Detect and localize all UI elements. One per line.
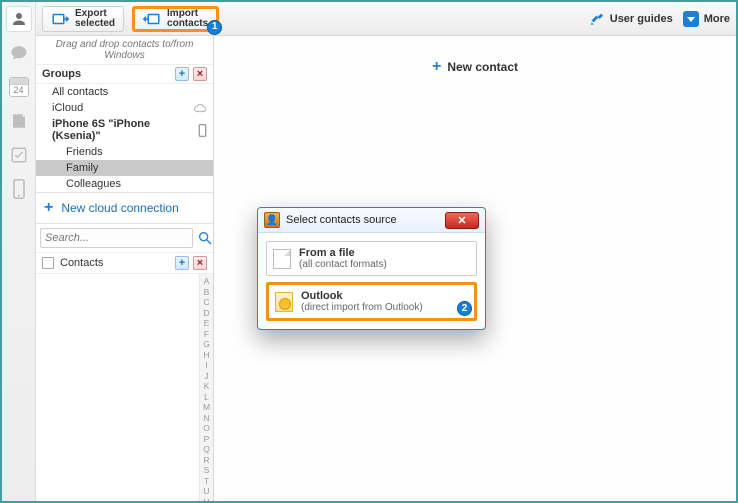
group-icloud[interactable]: iCloud — [36, 100, 213, 116]
az-letter[interactable]: L — [204, 392, 209, 403]
option-outlook[interactable]: Outlook (direct import from Outlook) 2 — [266, 282, 477, 321]
select-source-dialog: 👤 Select contacts source ✕ From a file (… — [257, 207, 486, 330]
new-cloud-connection-button[interactable]: + New cloud connection — [36, 192, 213, 224]
contacts-app-icon: 👤 — [264, 212, 280, 228]
select-all-checkbox[interactable] — [42, 257, 54, 269]
rail-messages-icon[interactable] — [6, 40, 32, 66]
rail-device-icon[interactable] — [6, 176, 32, 202]
app-window: 24 Export selected Import contacts 1 — [0, 0, 738, 503]
add-group-button[interactable]: + — [175, 67, 189, 81]
left-rail: 24 — [2, 2, 36, 501]
export-label: Export selected — [75, 9, 115, 29]
import-label: Import contacts — [167, 9, 208, 29]
dialog-title: Select contacts source — [286, 214, 397, 226]
rail-todo-icon[interactable] — [6, 142, 32, 168]
new-contact-button[interactable]: + New contact — [432, 58, 518, 76]
group-family[interactable]: Family — [36, 160, 213, 176]
search-icon[interactable] — [197, 230, 213, 246]
az-letter[interactable]: J — [204, 371, 208, 382]
search-row — [36, 224, 213, 252]
export-selected-button[interactable]: Export selected — [42, 6, 124, 32]
groups-title: Groups — [42, 68, 81, 80]
drag-hint: Drag and drop contacts to/from Windows — [36, 36, 213, 65]
az-letter[interactable]: V — [204, 497, 210, 503]
export-icon — [51, 10, 69, 28]
az-letter[interactable]: P — [204, 434, 210, 445]
az-letter[interactable]: M — [203, 402, 210, 413]
groups-header: Groups + × — [36, 65, 213, 84]
remove-group-button[interactable]: × — [193, 67, 207, 81]
az-letter[interactable]: K — [204, 381, 210, 392]
step-badge-1: 1 — [207, 20, 222, 35]
az-letter[interactable]: F — [204, 329, 209, 340]
az-letter[interactable]: T — [204, 476, 209, 487]
contacts-header: Contacts + × — [36, 252, 213, 274]
group-device[interactable]: iPhone 6S "iPhone (Ksenia)" — [36, 116, 213, 144]
calendar-badge-icon: 24 — [9, 77, 29, 97]
option-file-subtitle: (all contact formats) — [299, 259, 387, 270]
contacts-title: Contacts — [60, 257, 103, 269]
user-guides-label: User guides — [610, 13, 673, 25]
rail-calendar-icon[interactable]: 24 — [6, 74, 32, 100]
option-outlook-subtitle: (direct import from Outlook) — [301, 302, 423, 313]
import-contacts-button[interactable]: Import contacts 1 — [132, 6, 219, 32]
az-letter[interactable]: C — [203, 297, 209, 308]
new-contact-label: New contact — [447, 60, 518, 74]
az-letter[interactable]: D — [203, 308, 209, 319]
contacts-list: ABCDEFGHIJKLMNOPQRSTUVWXYZ# — [36, 274, 213, 501]
group-colleagues[interactable]: Colleagues — [36, 176, 213, 192]
step-badge-2: 2 — [457, 301, 472, 316]
option-outlook-title: Outlook — [301, 290, 423, 302]
toolbar-right: User guides More — [589, 11, 730, 27]
sidebar: Drag and drop contacts to/from Windows G… — [36, 36, 214, 501]
az-letter[interactable]: I — [205, 360, 207, 371]
az-letter[interactable]: O — [203, 423, 210, 434]
group-friends[interactable]: Friends — [36, 144, 213, 160]
plus-icon: + — [432, 58, 441, 76]
import-icon — [143, 10, 161, 28]
toolbar: Export selected Import contacts 1 User g… — [36, 2, 736, 36]
file-icon — [273, 249, 291, 269]
user-guides-button[interactable]: User guides — [589, 11, 673, 27]
calendar-day: 24 — [13, 85, 23, 95]
new-cloud-label: New cloud connection — [61, 201, 178, 215]
rail-contacts-icon[interactable] — [6, 6, 32, 32]
chevron-down-icon — [683, 11, 699, 27]
rail-notes-icon[interactable] — [6, 108, 32, 134]
az-letter[interactable]: G — [203, 339, 210, 350]
outlook-icon — [275, 292, 293, 312]
az-letter[interactable]: H — [203, 350, 209, 361]
remove-contact-button[interactable]: × — [193, 256, 207, 270]
phone-icon — [198, 124, 207, 137]
search-input[interactable] — [40, 228, 193, 248]
az-letter[interactable]: S — [204, 465, 210, 476]
groups-tree: All contacts iCloud iPhone 6S "iPhone (K… — [36, 84, 213, 192]
tools-icon — [589, 11, 605, 27]
az-letter[interactable]: N — [203, 413, 209, 424]
alphabet-index[interactable]: ABCDEFGHIJKLMNOPQRSTUVWXYZ# — [199, 274, 213, 501]
plus-icon: + — [44, 199, 53, 217]
group-all-contacts[interactable]: All contacts — [36, 84, 213, 100]
az-letter[interactable]: U — [203, 486, 209, 497]
dialog-titlebar[interactable]: 👤 Select contacts source ✕ — [258, 208, 485, 233]
add-contact-button[interactable]: + — [175, 256, 189, 270]
dialog-body: From a file (all contact formats) Outloo… — [258, 233, 485, 329]
az-letter[interactable]: A — [204, 276, 210, 287]
more-button[interactable]: More — [683, 11, 730, 27]
az-letter[interactable]: R — [203, 455, 209, 466]
az-letter[interactable]: Q — [203, 444, 210, 455]
option-file-title: From a file — [299, 247, 387, 259]
cloud-icon — [193, 103, 207, 113]
more-label: More — [704, 13, 730, 25]
az-letter[interactable]: E — [204, 318, 210, 329]
option-from-file[interactable]: From a file (all contact formats) — [266, 241, 477, 276]
az-letter[interactable]: B — [204, 287, 210, 298]
close-button[interactable]: ✕ — [445, 212, 479, 229]
